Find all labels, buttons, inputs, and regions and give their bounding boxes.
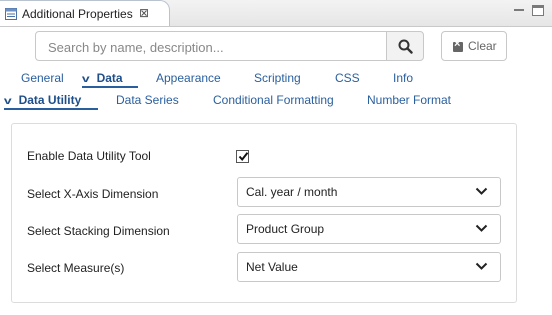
- tab-data-series[interactable]: Data Series: [116, 93, 179, 107]
- stacking-dimension-select[interactable]: Product Group: [237, 214, 501, 244]
- search-icon: [398, 39, 413, 54]
- tab-data-underline: [82, 86, 138, 88]
- tab-data-label: Data: [96, 71, 123, 85]
- tab-general[interactable]: General: [21, 71, 64, 85]
- view-header: Additional Properties ⊠: [0, 0, 552, 27]
- checkmark-icon: [238, 152, 249, 162]
- tab-data-utility[interactable]: v Data Utility: [3, 93, 82, 107]
- measure-select[interactable]: Net Value: [237, 252, 501, 282]
- search-button[interactable]: [386, 31, 424, 61]
- xaxis-dimension-select[interactable]: Cal. year / month: [237, 177, 501, 207]
- clear-button[interactable]: Clear: [441, 31, 507, 61]
- tab-data-utility-underline: [4, 108, 98, 110]
- close-icon[interactable]: ⊠: [139, 6, 149, 20]
- chevron-down-icon: [475, 224, 488, 232]
- measure-value: Net Value: [246, 260, 298, 274]
- measure-label: Select Measure(s): [27, 261, 125, 275]
- view-title: Additional Properties: [22, 7, 133, 21]
- stacking-dimension-label: Select Stacking Dimension: [27, 224, 170, 238]
- xaxis-dimension-value: Cal. year / month: [246, 185, 338, 199]
- minimize-icon[interactable]: [512, 5, 526, 17]
- search-input[interactable]: [46, 33, 380, 61]
- chevron-down-icon: [475, 187, 488, 195]
- properties-icon: [5, 8, 17, 23]
- chevron-down-icon: v: [81, 74, 90, 85]
- xaxis-dimension-label: Select X-Axis Dimension: [27, 187, 159, 201]
- clear-icon: [453, 38, 463, 52]
- tab-scripting[interactable]: Scripting: [254, 71, 301, 85]
- maximize-icon[interactable]: [532, 5, 544, 16]
- chevron-down-icon: v: [3, 96, 12, 107]
- view-tab[interactable]: Additional Properties ⊠: [0, 0, 170, 26]
- tab-appearance[interactable]: Appearance: [156, 71, 221, 85]
- tab-data-utility-label: Data Utility: [18, 93, 82, 107]
- tab-data[interactable]: v Data: [81, 71, 123, 85]
- chevron-down-icon: [475, 262, 488, 270]
- tab-info[interactable]: Info: [393, 71, 413, 85]
- tab-css[interactable]: CSS: [335, 71, 360, 85]
- enable-data-utility-label: Enable Data Utility Tool: [27, 149, 151, 163]
- stacking-dimension-value: Product Group: [246, 222, 325, 236]
- tab-number-format[interactable]: Number Format: [367, 93, 451, 107]
- tab-conditional-formatting[interactable]: Conditional Formatting: [213, 93, 334, 107]
- enable-data-utility-checkbox[interactable]: [236, 150, 249, 163]
- clear-button-label: Clear: [468, 39, 497, 53]
- search-field: [35, 31, 387, 61]
